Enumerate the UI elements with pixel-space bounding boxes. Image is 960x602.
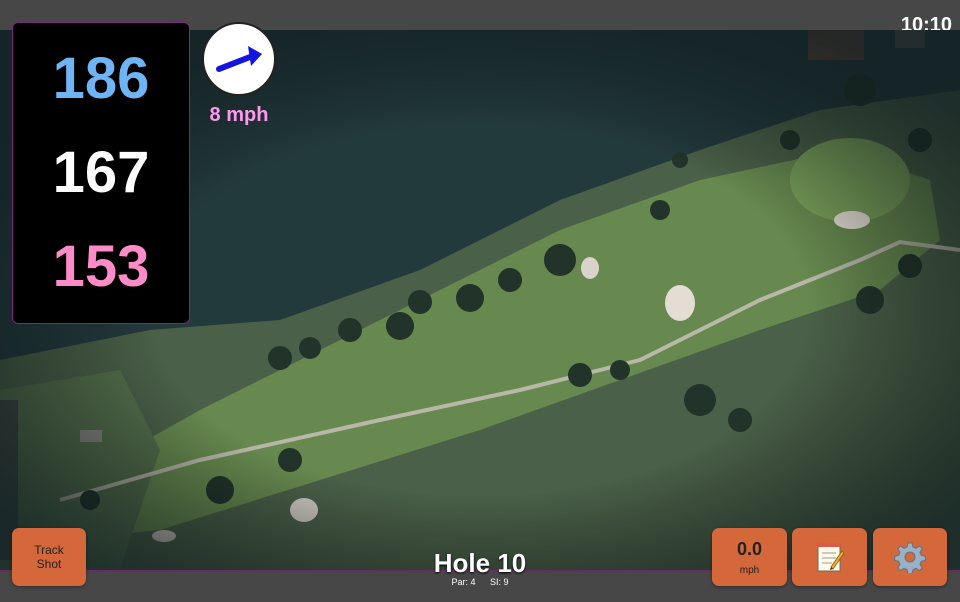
wind-indicator [202, 22, 276, 96]
hole-stroke-index: SI: 9 [490, 577, 509, 587]
speed-button[interactable]: 0.0 mph [712, 528, 787, 586]
wind-speed-label: 8 mph [209, 104, 269, 126]
middle-distance: 167 [52, 140, 150, 205]
hole-title: Hole 10 [433, 548, 527, 578]
notes-button[interactable] [792, 528, 867, 586]
back-distance: 186 [52, 46, 150, 111]
track-shot-label-line1: Track [34, 543, 64, 557]
hole-info: Par: 4 SI: 9 [380, 577, 580, 587]
front-distance: 153 [52, 234, 150, 299]
track-shot-label-line2: Shot [36, 557, 62, 571]
gear-icon [894, 542, 926, 573]
distance-panel: 186 167 153 [12, 22, 190, 324]
track-shot-button[interactable]: Track Shot [12, 528, 86, 586]
speed-value: 0.0 [736, 538, 763, 559]
hole-par: Par: 4 [451, 577, 476, 587]
wind-arrow-icon [216, 46, 262, 72]
notepad-icon [817, 543, 845, 572]
settings-button[interactable] [873, 528, 947, 586]
speed-unit: mph [739, 564, 760, 576]
